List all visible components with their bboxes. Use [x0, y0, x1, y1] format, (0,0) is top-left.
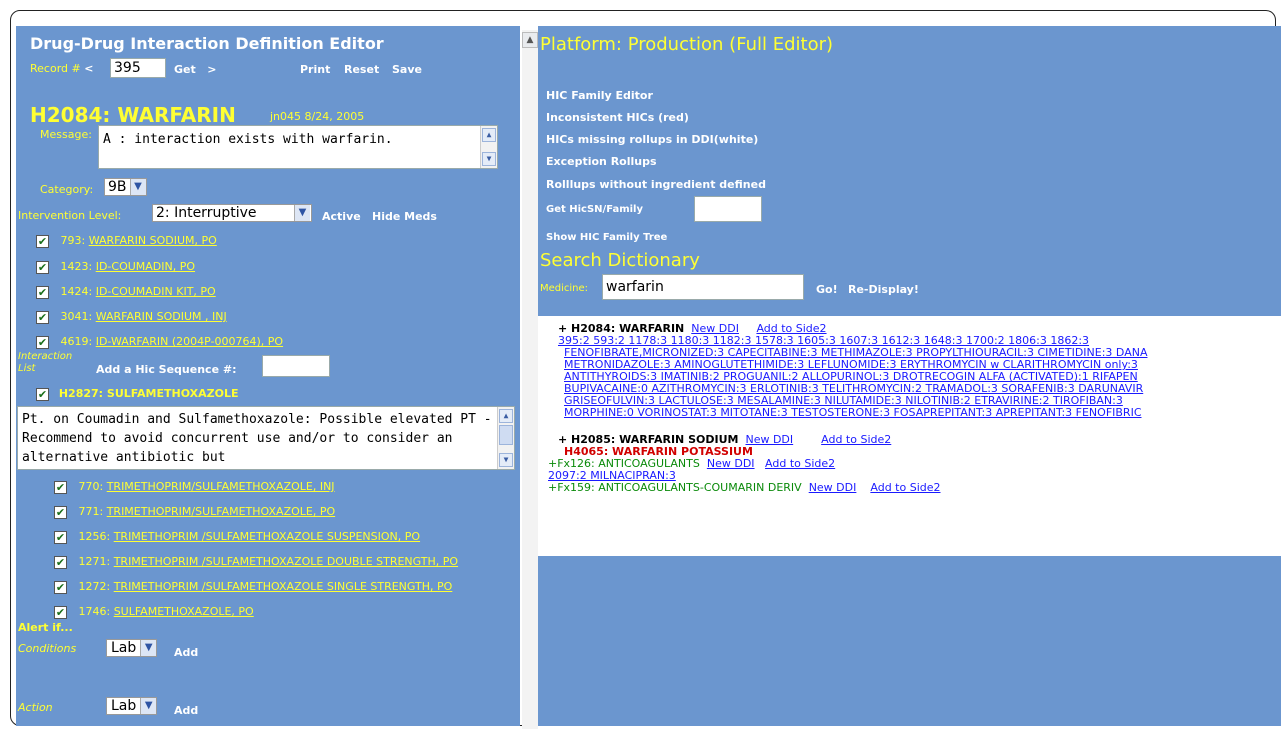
category-select[interactable]: 9B ▼: [104, 178, 147, 196]
med-row: ✔ 3041: WARFARIN SODIUM , INJ: [36, 310, 227, 324]
record-label: Record # <: [30, 62, 94, 75]
alert-if-label: Alert if...: [18, 621, 73, 634]
hic2-heading: H2827: SULFAMETHOXAZOLE: [58, 387, 239, 400]
checkbox[interactable]: ✔: [36, 285, 49, 299]
hicsn-input[interactable]: [694, 196, 762, 222]
inconsistent-hics-link[interactable]: Inconsistent HICs (red): [546, 111, 689, 124]
checkbox[interactable]: ✔: [36, 310, 49, 324]
checkbox[interactable]: ✔: [36, 260, 49, 274]
show-hic-tree-link[interactable]: Show HIC Family Tree: [546, 232, 667, 243]
message-text: A : interaction exists with warfarin.: [103, 132, 393, 147]
hic-meta: jn045 8/24, 2005: [270, 110, 365, 123]
med-row: ✔ 4619: ID-WARFARIN (2004P-000764), PO: [36, 335, 284, 349]
print-button[interactable]: Print: [300, 63, 330, 76]
checkbox[interactable]: ✔: [54, 555, 67, 569]
medicine-search-input[interactable]: warfarin: [602, 274, 804, 300]
get-hicsn-label: Get HicSN/Family: [546, 204, 643, 215]
ddi-editor-panel: Drug-Drug Interaction Definition Editor …: [16, 26, 520, 726]
result-detail-line[interactable]: MORPHINE:0 VORINOSTAT:3 MITOTANE:3 TESTO…: [564, 406, 1142, 419]
conditions-add-button[interactable]: Add: [174, 646, 198, 659]
platform-title: Platform: Production (Full Editor): [540, 34, 834, 55]
chevron-down-icon: ▼: [294, 205, 310, 221]
med-link[interactable]: TRIMETHOPRIM /SULFAMETHOXAZOLE DOUBLE ST…: [114, 555, 458, 568]
reset-button[interactable]: Reset: [344, 63, 379, 76]
hic2-heading-row: ✔ H2827: SULFAMETHOXAZOLE: [36, 387, 239, 401]
conditions-select[interactable]: Lab ▼: [106, 639, 158, 657]
med-row: ✔ 1256: TRIMETHOPRIM /SULFAMETHOXAZOLE S…: [54, 530, 421, 544]
intervention-select[interactable]: 2: Interruptive ▼: [152, 204, 312, 222]
checkbox[interactable]: ✔: [54, 580, 67, 594]
med-link[interactable]: SULFAMETHOXAZOLE, PO: [114, 605, 254, 618]
active-toggle[interactable]: Active: [322, 210, 361, 223]
add-to-side2-link[interactable]: Add to Side2: [765, 457, 835, 470]
add-to-side2-link[interactable]: Add to Side2: [821, 433, 891, 446]
med-row: ✔ 1271: TRIMETHOPRIM /SULFAMETHOXAZOLE D…: [54, 555, 459, 569]
chevron-down-icon: ▼: [140, 698, 157, 714]
conditions-label: Conditions: [18, 642, 77, 655]
message-scrollbar[interactable]: ▲ ▼: [480, 126, 497, 168]
hic2-scrollbar[interactable]: ▲ ▼: [497, 407, 514, 469]
hic2-message-textarea[interactable]: Pt. on Coumadin and Sulfamethoxazole: Po…: [17, 406, 515, 470]
med-row: ✔ 1746: SULFAMETHOXAZOLE, PO: [54, 605, 254, 619]
chevron-down-icon: ▼: [140, 640, 157, 656]
checkbox[interactable]: ✔: [36, 234, 49, 248]
med-row: ✔ 771: TRIMETHOPRIM/SULFAMETHOXAZOLE, PO: [54, 505, 336, 519]
new-ddi-link[interactable]: New DDI: [809, 481, 857, 494]
interaction-list-label: Interaction List: [18, 351, 73, 374]
checkbox[interactable]: ✔: [36, 335, 49, 349]
med-link[interactable]: TRIMETHOPRIM/SULFAMETHOXAZOLE, INJ: [107, 480, 335, 493]
scroll-up-icon[interactable]: ▲: [522, 32, 538, 48]
med-link[interactable]: TRIMETHOPRIM /SULFAMETHOXAZOLE SINGLE ST…: [114, 580, 453, 593]
hide-meds-toggle[interactable]: Hide Meds: [372, 210, 437, 223]
search-dictionary-title: Search Dictionary: [540, 250, 700, 271]
checkbox[interactable]: ✔: [36, 387, 49, 401]
hic-sequence-input[interactable]: [262, 355, 330, 377]
hic-family-editor-link[interactable]: HIC Family Editor: [546, 89, 653, 102]
checkbox[interactable]: ✔: [54, 480, 67, 494]
add-hic-label: Add a Hic Sequence #:: [96, 363, 237, 376]
med-row: ✔ 1272: TRIMETHOPRIM /SULFAMETHOXAZOLE S…: [54, 580, 453, 594]
search-results: + H2084: WARFARIN New DDI Add to Side2 3…: [538, 316, 1281, 556]
hics-missing-rollups-link[interactable]: HICs missing rollups in DDI(white): [546, 133, 758, 146]
hic-heading: H2084: WARFARIN: [30, 103, 236, 127]
page-scrollbar[interactable]: ▲: [522, 30, 538, 729]
med-link[interactable]: ID-WARFARIN (2004P-000764), PO: [96, 335, 283, 348]
message-label: Message:: [40, 128, 92, 141]
checkbox[interactable]: ✔: [54, 605, 67, 619]
result-row-fx159: +Fx159: ANTICOAGULANTS-COUMARIN DERIV Ne…: [548, 481, 941, 494]
new-ddi-link[interactable]: New DDI: [707, 457, 755, 470]
message-textarea[interactable]: A : interaction exists with warfarin. ▲ ▼: [98, 125, 498, 169]
intervention-label: Intervention Level:: [18, 209, 122, 222]
category-label: Category:: [40, 183, 94, 196]
action-add-button[interactable]: Add: [174, 704, 198, 717]
hic2-message-text: Pt. on Coumadin and Sulfamethoxazole: Po…: [22, 412, 492, 465]
med-row: ✔ 770: TRIMETHOPRIM/SULFAMETHOXAZOLE, IN…: [54, 480, 335, 494]
med-row: ✔ 1423: ID-COUMADIN, PO: [36, 260, 196, 274]
chevron-down-icon: ▼: [129, 179, 146, 195]
platform-panel: Platform: Production (Full Editor) HIC F…: [538, 26, 1281, 726]
go-button[interactable]: Go!: [816, 283, 838, 296]
action-label: Action: [18, 701, 53, 714]
get-button[interactable]: Get >: [174, 63, 216, 76]
add-to-side2-link[interactable]: Add to Side2: [870, 481, 940, 494]
med-link[interactable]: WARFARIN SODIUM, PO: [89, 234, 217, 247]
checkbox[interactable]: ✔: [54, 505, 67, 519]
med-row: ✔ 1424: ID-COUMADIN KIT, PO: [36, 285, 216, 299]
editor-title: Drug-Drug Interaction Definition Editor: [30, 34, 384, 53]
redisplay-button[interactable]: Re-Display!: [848, 283, 919, 296]
medicine-label: Medicine:: [540, 283, 589, 294]
rollups-without-ingredient-link[interactable]: Rolllups without ingredient defined: [546, 178, 766, 191]
med-link[interactable]: TRIMETHOPRIM /SULFAMETHOXAZOLE SUSPENSIO…: [114, 530, 420, 543]
exception-rollups-link[interactable]: Exception Rollups: [546, 155, 657, 168]
med-link[interactable]: WARFARIN SODIUM , INJ: [96, 310, 227, 323]
record-input[interactable]: 395: [110, 58, 166, 78]
checkbox[interactable]: ✔: [54, 530, 67, 544]
med-link[interactable]: ID-COUMADIN, PO: [96, 260, 195, 273]
save-button[interactable]: Save: [392, 63, 422, 76]
med-link[interactable]: ID-COUMADIN KIT, PO: [96, 285, 216, 298]
med-row: ✔ 793: WARFARIN SODIUM, PO: [36, 234, 217, 248]
med-link[interactable]: TRIMETHOPRIM/SULFAMETHOXAZOLE, PO: [107, 505, 335, 518]
action-select[interactable]: Lab ▼: [106, 697, 158, 715]
